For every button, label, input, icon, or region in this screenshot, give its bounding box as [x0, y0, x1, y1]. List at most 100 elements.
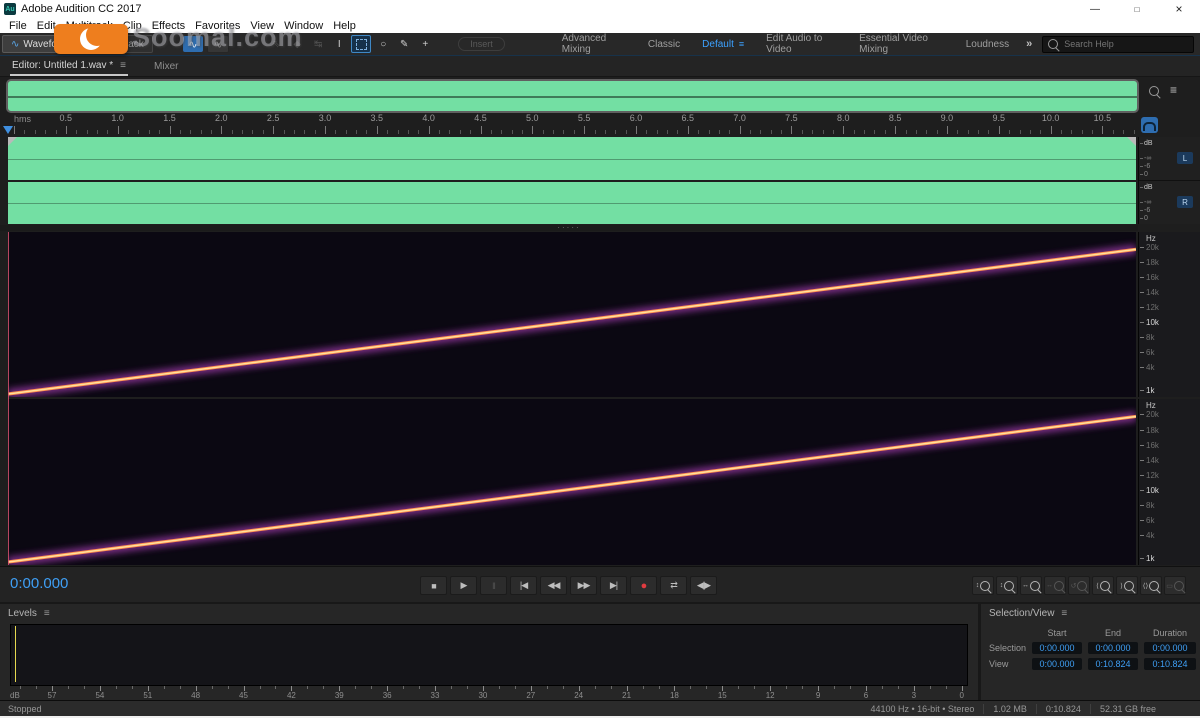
timeline-tick: [148, 130, 150, 134]
menu-item-favorites[interactable]: Favorites: [190, 20, 245, 32]
zoom-selection-button[interactable]: ⟨⟩: [1140, 576, 1162, 595]
zoom-out-point-button[interactable]: ⟩: [1116, 576, 1138, 595]
menu-item-edit[interactable]: Edit: [32, 20, 61, 32]
fast-forward-button[interactable]: ▶▶: [570, 576, 597, 595]
workspace-menu-icon[interactable]: ≡: [739, 39, 744, 49]
timeline-tick: [1009, 130, 1011, 134]
panel-menu-icon[interactable]: ≡: [120, 60, 126, 71]
multitrack-button-label: Multitrack: [100, 38, 144, 50]
tab-editor[interactable]: Editor: Untitled 1.wav * ≡: [10, 56, 129, 76]
insert-button[interactable]: Insert: [458, 37, 505, 51]
timeline-tick: [356, 130, 358, 134]
selection-view-menu-icon[interactable]: ≡: [1061, 608, 1067, 619]
time-selection-tool[interactable]: I: [330, 36, 348, 52]
workspace-classic[interactable]: Classic: [637, 39, 691, 50]
tab-mixer[interactable]: Mixer: [154, 61, 178, 72]
search-help-box[interactable]: [1042, 35, 1194, 53]
razor-tool[interactable]: ◆: [288, 36, 306, 52]
panel-divider-handle[interactable]: ·····: [0, 224, 1138, 232]
tool-group: ⇖ ◆ ↹ I ○ ✎ +: [267, 35, 434, 53]
waveform-overview-bar[interactable]: [6, 79, 1139, 113]
spot-healing-brush-tool[interactable]: +: [416, 36, 434, 52]
zoom-in-time-button[interactable]: ↔: [1020, 576, 1042, 595]
rewind-button[interactable]: ◀◀: [540, 576, 567, 595]
timeline-ruler[interactable]: hms 0.5 1.0 1.5 2.0 2.5 3.0 3.5 4.0 4.5 5.0 5.5 6.0…: [0, 112, 1138, 135]
amplitude-scale-label: -∞: [1139, 155, 1152, 163]
timeline-tick: [936, 130, 938, 134]
levels-panel-menu-icon[interactable]: ≡: [44, 608, 50, 619]
skip-to-start-button[interactable]: |◀: [510, 576, 537, 595]
spectrogram-right[interactable]: [8, 399, 1136, 565]
timeline-tick: [86, 130, 88, 134]
menu-item-window[interactable]: Window: [279, 20, 328, 32]
overview-panel-menu-icon[interactable]: ≡: [1170, 83, 1177, 97]
column-header-duration: Duration: [1152, 628, 1188, 638]
workspace-loudness[interactable]: Loudness: [955, 39, 1020, 50]
menu-item-file[interactable]: File: [4, 20, 32, 32]
amplitude-scale-label: dB: [1140, 183, 1153, 191]
time-value-field[interactable]: 0:00.000: [1088, 642, 1138, 654]
slip-tool[interactable]: ↹: [309, 36, 327, 52]
skip-to-end-button[interactable]: ▶|: [600, 576, 627, 595]
channel-right-button[interactable]: R: [1177, 196, 1193, 208]
channel-left-waveform[interactable]: [8, 137, 1136, 180]
zoom-in-amplitude-button[interactable]: ↕: [972, 576, 994, 595]
zoom-out-amplitude-button[interactable]: ↕: [996, 576, 1018, 595]
loop-playback-button[interactable]: ⇄: [660, 576, 687, 595]
overview-zoom-options-icon[interactable]: [1149, 86, 1159, 96]
multitrack-view-button[interactable]: ≣ Multitrack: [79, 35, 153, 53]
timeline-tick: [1061, 130, 1062, 134]
monitor-headphones-button[interactable]: [1141, 117, 1158, 133]
timeline-tick: [397, 130, 399, 134]
workspace-overflow-button[interactable]: »: [1026, 38, 1032, 50]
search-help-input[interactable]: [1062, 38, 1185, 50]
timeline-label: 4.5: [474, 113, 487, 123]
zoom-full-button[interactable]: ▭: [1164, 576, 1186, 595]
record-button[interactable]: ●: [630, 576, 657, 595]
menu-item-help[interactable]: Help: [328, 20, 361, 32]
workspace-default[interactable]: Default ≡: [691, 39, 755, 50]
zoom-out-time-button[interactable]: ↔: [1044, 576, 1066, 595]
multitrack-icon: ≣: [88, 38, 97, 50]
timeline-tick: [750, 130, 751, 134]
amplitude-scale-label: 0: [1140, 214, 1148, 222]
channel-right-waveform[interactable]: [8, 182, 1136, 224]
menu-item-view[interactable]: View: [245, 20, 279, 32]
fade-in-handle[interactable]: [8, 137, 17, 146]
close-button[interactable]: ×: [1158, 0, 1200, 18]
waveform-view-button[interactable]: ∿ Waveform: [2, 35, 78, 53]
spectrogram-sweep-R: [8, 411, 1136, 565]
workspace-essential-video-mixing[interactable]: Essential Video Mixing: [848, 33, 955, 55]
zoom-in-point-button[interactable]: ⟨: [1092, 576, 1114, 595]
move-tool[interactable]: ⇖: [267, 36, 285, 52]
levels-tick: [881, 686, 883, 689]
time-value-field[interactable]: 0:10.824: [1088, 658, 1138, 670]
stop-button[interactable]: ■: [420, 576, 447, 595]
workspace-advanced-mixing[interactable]: Advanced Mixing: [551, 33, 637, 55]
paintbrush-selection-tool[interactable]: ✎: [395, 36, 413, 52]
time-value-field[interactable]: 0:10.824: [1144, 658, 1196, 670]
time-value-field[interactable]: 0:00.000: [1144, 642, 1196, 654]
timeline-tick: [553, 130, 554, 134]
workspace-edit-audio-to-video[interactable]: Edit Audio to Video: [755, 33, 848, 55]
skip-selection-button[interactable]: ◀|▶: [690, 576, 717, 595]
marquee-selection-tool[interactable]: [351, 35, 372, 53]
zoom-reset-button[interactable]: ↺: [1068, 576, 1090, 595]
show-waveform-button[interactable]: ∿: [182, 36, 204, 52]
show-spectral-display-button[interactable]: ∿: [207, 35, 230, 53]
fade-out-handle[interactable]: [1127, 137, 1136, 146]
spectrogram-left[interactable]: [8, 232, 1136, 397]
channel-left-button[interactable]: L: [1177, 152, 1193, 164]
play-button[interactable]: ▶: [450, 576, 477, 595]
menu-item-multitrack[interactable]: Multitrack: [61, 20, 118, 32]
pause-button[interactable]: ‖: [480, 576, 507, 595]
playhead-handle[interactable]: [3, 126, 13, 134]
minimize-button[interactable]: —: [1074, 0, 1116, 18]
menu-item-clip[interactable]: Clip: [118, 20, 147, 32]
time-display[interactable]: 0:00.000: [10, 575, 68, 592]
time-value-field[interactable]: 0:00.000: [1032, 642, 1082, 654]
time-value-field[interactable]: 0:00.000: [1032, 658, 1082, 670]
maximize-button[interactable]: □: [1116, 0, 1158, 18]
lasso-selection-tool[interactable]: ○: [374, 36, 392, 52]
menu-item-effects[interactable]: Effects: [147, 20, 190, 32]
